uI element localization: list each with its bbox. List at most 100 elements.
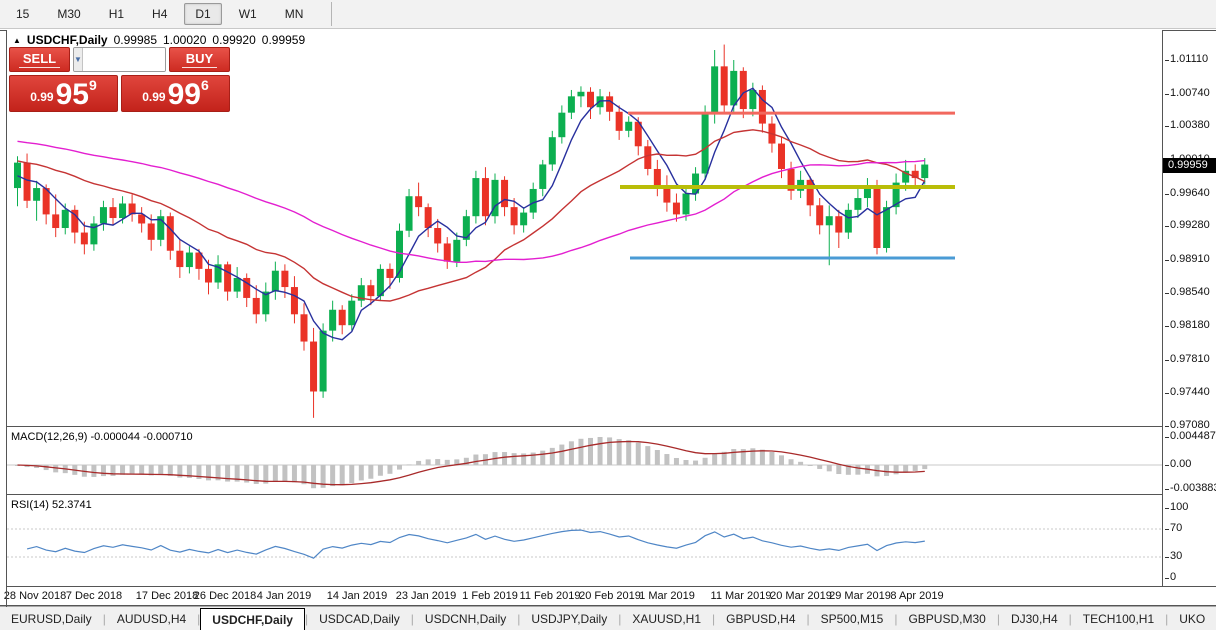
buy-price-button[interactable]: 0.99 99 6: [121, 75, 230, 112]
macd-bar: [311, 465, 316, 488]
buy-price-pips: 99: [168, 82, 201, 108]
chart-tab-usdjpy-daily[interactable]: USDJPY,Daily: [520, 607, 618, 630]
macd-bar: [502, 452, 507, 465]
volume-decrease-button[interactable]: ▼: [74, 48, 83, 71]
panel-border: [0, 605, 1216, 606]
ohlc-high: 1.00020: [163, 33, 206, 47]
chart-tab-uko[interactable]: UKO: [1168, 607, 1216, 630]
timeframe-button-h1[interactable]: H1: [98, 3, 135, 25]
chart-tab-tech100-h1[interactable]: TECH100,H1: [1072, 607, 1165, 630]
timeframe-button-w1[interactable]: W1: [228, 3, 268, 25]
buy-button[interactable]: BUY: [169, 47, 230, 72]
rsi-panel-canvas[interactable]: [7, 496, 1162, 586]
current-price-label: 0.99959: [1163, 158, 1216, 173]
spin-down-icon: ▼: [74, 55, 82, 64]
panel-border: [6, 494, 1163, 495]
volume-input[interactable]: [83, 48, 166, 71]
buy-button-label: BUY: [182, 51, 217, 68]
sell-button-label: SELL: [19, 51, 60, 68]
chart-tab-usdcnh-daily[interactable]: USDCNH,Daily: [414, 607, 517, 630]
candle: [797, 171, 804, 198]
chart-header: ▲ USDCHF,Daily 0.99985 1.00020 0.99920 0…: [13, 33, 305, 47]
timeframe-button-mn[interactable]: MN: [274, 3, 315, 25]
candle: [215, 255, 222, 289]
macd-bar: [349, 465, 354, 483]
macd-bar: [636, 443, 641, 465]
chart-tab-audusd-h4[interactable]: AUDUSD,H4: [106, 607, 197, 630]
collapse-panel-icon[interactable]: ▲: [13, 36, 21, 45]
macd-bar: [407, 464, 412, 465]
chart-tab-dj30-h4[interactable]: DJ30,H4: [1000, 607, 1069, 630]
candle: [520, 207, 527, 232]
macd-bar: [884, 465, 889, 476]
macd-bar: [827, 465, 832, 471]
candle: [138, 207, 145, 232]
sell-price-point: 9: [89, 77, 97, 93]
candle: [234, 267, 241, 298]
candle: [606, 92, 613, 121]
rsi-tick-label: 0: [1170, 571, 1176, 583]
macd-bar: [282, 465, 287, 481]
chart-tab-usdcad-daily[interactable]: USDCAD,Daily: [308, 607, 411, 630]
macd-bar: [855, 465, 860, 475]
candle: [329, 301, 336, 342]
candle: [759, 85, 766, 132]
chart-tab-gbpusd-h4[interactable]: GBPUSD,H4: [715, 607, 806, 630]
macd-bar: [445, 460, 450, 465]
date-tick-label: 14 Jan 2019: [327, 590, 388, 602]
buy-price-point: 6: [201, 77, 209, 93]
macd-bar: [598, 437, 603, 465]
candle: [444, 237, 451, 269]
sell-price-button[interactable]: 0.99 95 9: [9, 75, 118, 112]
sell-price-prefix: 0.99: [30, 90, 53, 104]
candle: [864, 178, 871, 207]
candle: [692, 167, 699, 201]
price-tick-label: 0.97440: [1170, 386, 1210, 398]
price-tick-label: 0.97810: [1170, 353, 1210, 365]
candle: [339, 305, 346, 334]
candle: [587, 87, 594, 119]
macd-bar: [158, 465, 163, 475]
chart-tab-xauusd-h1[interactable]: XAUUSD,H1: [621, 607, 712, 630]
chart-tab-eurusd-daily[interactable]: EURUSD,Daily: [0, 607, 103, 630]
macd-bar: [559, 445, 564, 465]
macd-bar: [91, 465, 96, 477]
sell-button[interactable]: SELL: [9, 47, 70, 72]
macd-bar: [368, 465, 373, 479]
timeframe-button-d1[interactable]: D1: [184, 3, 221, 25]
macd-bar: [130, 465, 135, 474]
macd-bar: [550, 448, 555, 465]
macd-bar: [808, 465, 813, 466]
chart-symbol-label: USDCHF,Daily: [27, 33, 108, 47]
macd-bar: [894, 465, 899, 474]
timeframe-button-h4[interactable]: H4: [141, 3, 178, 25]
macd-bar: [645, 446, 650, 465]
candle: [406, 189, 413, 237]
candle: [702, 105, 709, 179]
macd-bar: [903, 465, 908, 472]
date-tick-label: 28 Nov 2018: [4, 590, 66, 602]
candle: [644, 140, 651, 175]
chart-tab-sp500-m15[interactable]: SP500,M15: [810, 607, 895, 630]
price-tick-label: 0.99280: [1170, 219, 1210, 231]
macd-bar: [617, 439, 622, 465]
macd-label: MACD(12,26,9) -0.000044 -0.000710: [11, 431, 193, 443]
macd-bar: [779, 455, 784, 465]
candle: [310, 328, 317, 418]
macd-bar: [798, 462, 803, 465]
timeframe-button-m30[interactable]: M30: [46, 3, 91, 25]
timeframe-toolbar: 15 M30 H1 H4 D1 W1 MN: [0, 0, 1216, 29]
macd-bar: [693, 461, 698, 465]
timeframe-button-15[interactable]: 15: [5, 3, 40, 25]
macd-bar: [922, 465, 927, 469]
price-tick-label: 0.99640: [1170, 187, 1210, 199]
candle: [893, 174, 900, 215]
chart-tab-gbpusd-m30[interactable]: GBPUSD,M30: [897, 607, 996, 630]
candle: [71, 205, 78, 243]
chart-tab-usdchf-daily[interactable]: USDCHF,Daily: [200, 608, 305, 630]
macd-bar: [684, 460, 689, 465]
candle: [358, 278, 365, 307]
date-axis: 28 Nov 20187 Dec 201817 Dec 201826 Dec 2…: [0, 588, 1216, 605]
macd-bar: [731, 449, 736, 465]
macd-bar: [397, 465, 402, 470]
